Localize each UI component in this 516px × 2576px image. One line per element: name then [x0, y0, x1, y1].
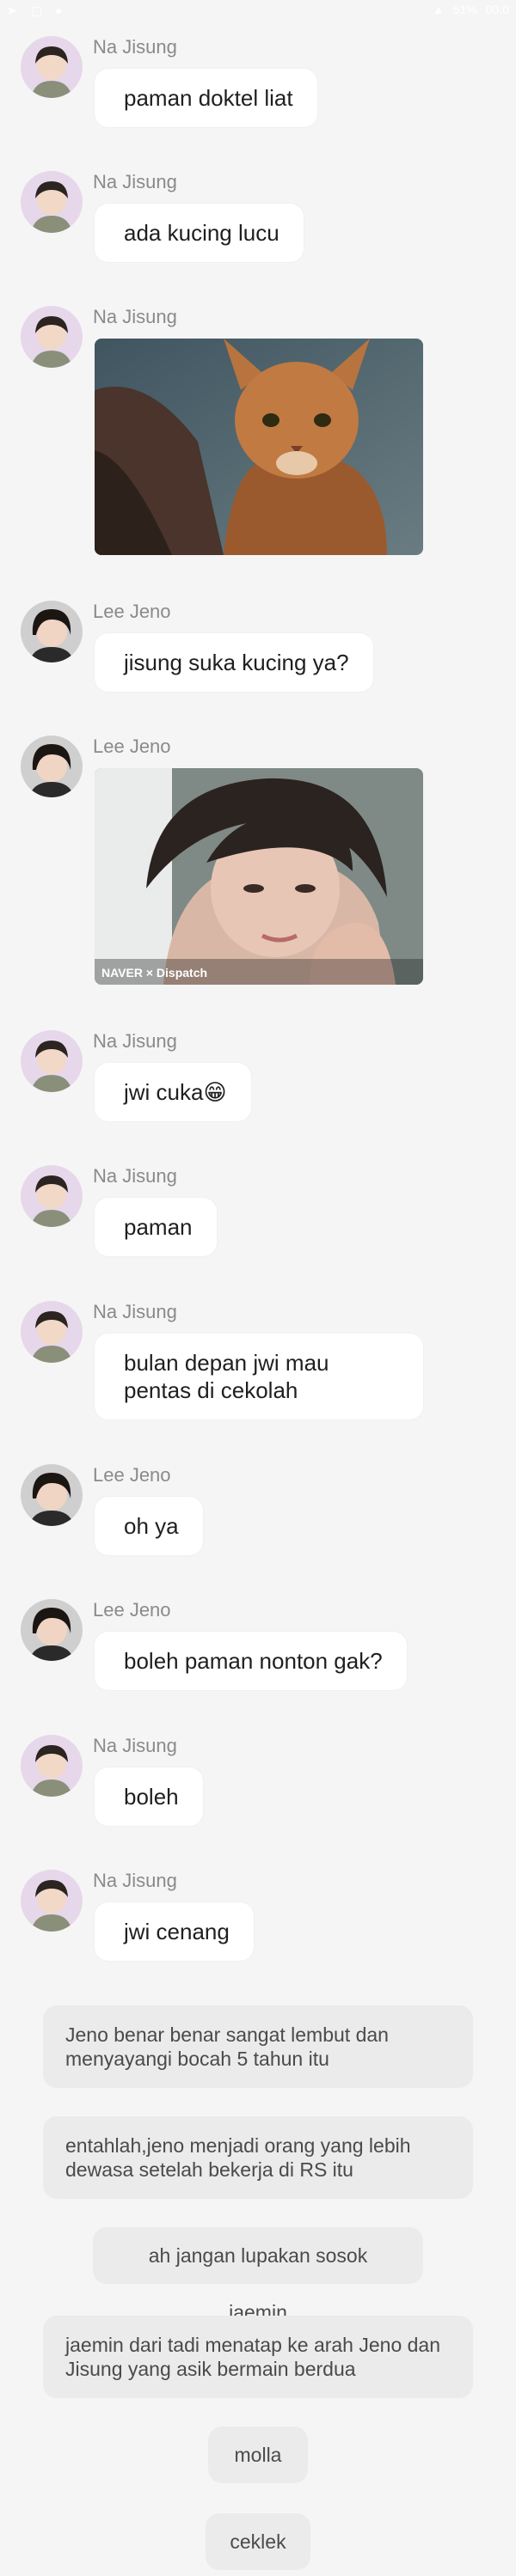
sender-name: Lee Jeno [93, 601, 171, 622]
portrait-photo[interactable]: NAVER × Dispatch [95, 768, 423, 985]
send-icon: ➤ [7, 3, 17, 17]
message-row: Na Jisung bulan depan jwi mau pentas di … [0, 1289, 516, 1426]
message-row: Lee Jeno jisung suka kucing ya? [0, 589, 516, 700]
message-bubble[interactable]: oh ya [95, 1497, 203, 1555]
message-bubble[interactable]: paman doktel liat [95, 69, 317, 127]
message-bubble[interactable]: jwi cuka😁 [95, 1063, 251, 1121]
sender-name: Na Jisung [93, 1301, 177, 1322]
sender-name: Na Jisung [93, 306, 177, 327]
message-bubble[interactable]: jisung suka kucing ya? [95, 633, 373, 692]
narration-box: molla [208, 2426, 308, 2483]
sender-name: Na Jisung [93, 1870, 177, 1891]
avatar-jeno-icon[interactable] [21, 601, 83, 662]
avatar-jeno-icon[interactable] [21, 1599, 83, 1661]
message-row: Na Jisung ada kucing lucu [0, 159, 516, 271]
narration-box: jaemin dari tadi menatap ke arah Jeno da… [43, 2316, 473, 2398]
avatar-jisung-icon[interactable] [21, 1735, 83, 1797]
sender-name: Lee Jeno [93, 1599, 171, 1621]
battery-label: 51% [452, 3, 477, 16]
avatar-jeno-icon[interactable] [21, 1464, 83, 1526]
chat-screen: ➤ ▢ ● ▲ 51% 00:0 Na Jisung paman doktel … [0, 0, 516, 2576]
narration-box: entahlah,jeno menjadi orang yang lebih d… [43, 2116, 473, 2199]
message-row: Na Jisung paman doktel liat [0, 24, 516, 136]
avatar-jisung-icon[interactable] [21, 1301, 83, 1363]
message-row: Lee Jeno oh ya [0, 1452, 516, 1564]
clock: 00:0 [485, 3, 509, 16]
message-bubble[interactable]: jwi cenang [95, 1902, 254, 1961]
message-row: Na Jisung paman [0, 1153, 516, 1265]
avatar-jisung-icon[interactable] [21, 1165, 83, 1227]
narration-box: ceklek [206, 2513, 310, 2570]
watermark-label: NAVER × Dispatch [101, 966, 207, 980]
message-bubble[interactable]: paman [95, 1198, 217, 1256]
sender-name: Na Jisung [93, 36, 177, 58]
message-row: Lee Jeno NAVER × Dispatch [0, 723, 516, 990]
avatar-jisung-icon[interactable] [21, 1030, 83, 1092]
gallery-icon: ▢ [31, 3, 43, 17]
narration-box: Jeno benar benar sangat lembut dan menya… [43, 2005, 473, 2088]
sender-name: Na Jisung [93, 1030, 177, 1052]
message-bubble[interactable]: ada kucing lucu [95, 204, 304, 262]
avatar-jisung-icon[interactable] [21, 36, 83, 98]
sender-name: Na Jisung [93, 1165, 177, 1187]
avatar-jisung-icon[interactable] [21, 306, 83, 368]
narration-box: ah jangan lupakan sosok jaemin [93, 2227, 423, 2323]
cat-photo[interactable] [95, 339, 423, 555]
avatar-jeno-icon[interactable] [21, 736, 83, 797]
message-row: Na Jisung boleh [0, 1723, 516, 1834]
message-row: Na Jisung jwi cenang [0, 1858, 516, 1969]
sender-name: Na Jisung [93, 1735, 177, 1756]
sender-name: Lee Jeno [93, 736, 171, 757]
message-bubble[interactable]: boleh paman nonton gak? [95, 1632, 407, 1690]
message-bubble[interactable]: bulan depan jwi mau pentas di cekolah [95, 1334, 423, 1419]
chat-icon: ● [55, 3, 63, 17]
signal-icon: ▲ [432, 3, 445, 16]
avatar-jisung-icon[interactable] [21, 171, 83, 233]
status-bar: ➤ ▢ ● ▲ 51% 00:0 [0, 0, 516, 19]
avatar-jisung-icon[interactable] [21, 1870, 83, 1932]
message-row: Na Jisung [0, 294, 516, 560]
sender-name: Na Jisung [93, 171, 177, 192]
message-bubble[interactable]: boleh [95, 1767, 203, 1826]
sender-name: Lee Jeno [93, 1464, 171, 1486]
message-row: Lee Jeno boleh paman nonton gak? [0, 1587, 516, 1699]
message-row: Na Jisung jwi cuka😁 [0, 1018, 516, 1130]
